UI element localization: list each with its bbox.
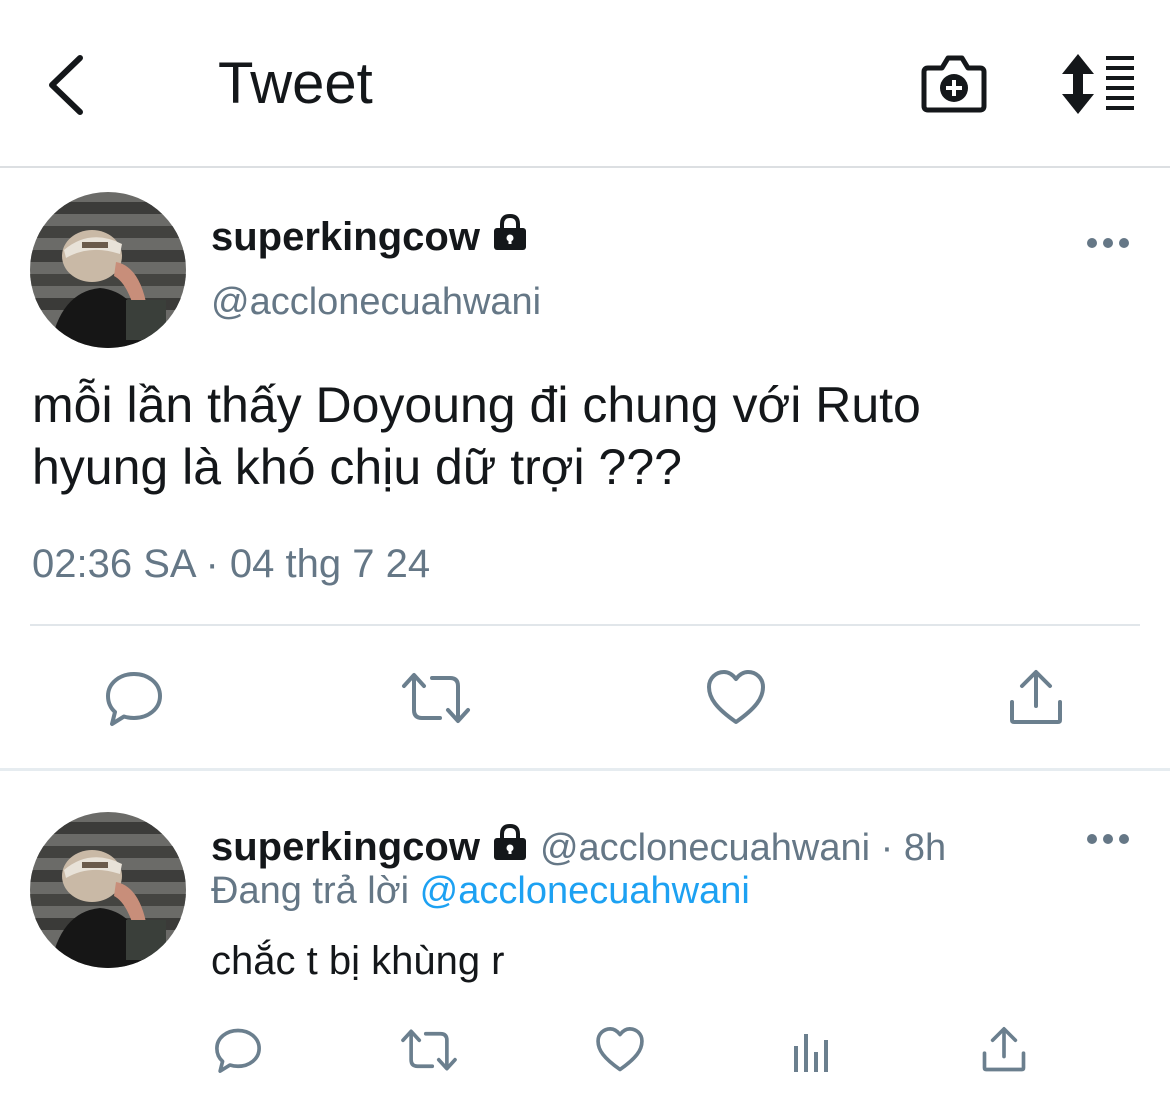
reply-like-button[interactable] <box>594 1024 646 1081</box>
reply-retweet-button[interactable] <box>398 1024 460 1081</box>
lock-icon <box>493 213 526 250</box>
tweet-text-line: mỗi lần thấy Doyoung đi chung với Ruto <box>32 377 921 433</box>
reply-share-button[interactable] <box>978 1024 1030 1081</box>
retweet-button[interactable] <box>398 666 474 735</box>
reply-icon <box>215 1028 261 1073</box>
tweet-text-line: hyung là khó chịu dữ trợi ??? <box>32 439 682 495</box>
retweet-icon <box>401 1029 457 1071</box>
display-name[interactable]: superkingcow <box>211 212 530 260</box>
reply-more-options-button[interactable] <box>1082 824 1134 854</box>
back-button[interactable] <box>36 50 96 120</box>
reply-text: chắc t bị khùng r <box>211 939 505 983</box>
tweet-text: mỗi lần thấy Doyoung đi chung với Ruto h… <box>32 374 1132 498</box>
page-title: Tweet <box>218 51 373 116</box>
like-button[interactable] <box>704 666 768 735</box>
replying-label: Đang trả lời <box>211 870 410 912</box>
reply-analytics-button[interactable] <box>788 1026 836 1079</box>
navigation-bar: Tweet <box>0 0 1170 168</box>
heart-icon <box>707 670 765 724</box>
retweet-icon <box>402 673 470 723</box>
user-handle[interactable]: @acclonecuahwani <box>211 280 541 324</box>
tweet-timestamp: 02:36 SA · 04 thg 7 24 <box>32 542 431 586</box>
more-dots-icon <box>1087 834 1129 844</box>
replying-mention-link[interactable]: @acclonecuahwani <box>420 870 750 912</box>
display-name-text: superkingcow <box>211 215 480 259</box>
reply-icon <box>106 672 162 726</box>
more-dots-icon <box>1087 238 1129 248</box>
sort-arrows-list-icon <box>1062 54 1134 114</box>
avatar[interactable] <box>30 192 186 348</box>
more-options-button[interactable] <box>1082 228 1134 258</box>
reply-button[interactable] <box>102 666 166 735</box>
divider <box>30 624 1140 626</box>
reply-handle-time[interactable]: @acclonecuahwani · 8h <box>540 827 946 869</box>
reply-avatar[interactable] <box>30 812 186 968</box>
camera-plus-icon <box>921 55 987 113</box>
heart-icon <box>596 1027 644 1072</box>
reply-display-name[interactable]: superkingcow <box>211 825 480 869</box>
section-separator <box>0 768 1170 771</box>
screenshot-button[interactable] <box>918 50 990 118</box>
share-button[interactable] <box>1004 666 1068 735</box>
analytics-bars-icon <box>794 1034 828 1072</box>
chevron-left-icon <box>49 55 83 115</box>
share-icon <box>1010 670 1062 724</box>
share-icon <box>982 1027 1026 1072</box>
replying-to: Đang trả lời @acclonecuahwani <box>211 868 750 914</box>
lock-icon <box>493 823 526 860</box>
reply-header: superkingcow @acclonecuahwani · 8h <box>211 822 946 871</box>
reply-reply-button[interactable] <box>212 1024 264 1081</box>
sort-button[interactable] <box>1058 52 1140 116</box>
